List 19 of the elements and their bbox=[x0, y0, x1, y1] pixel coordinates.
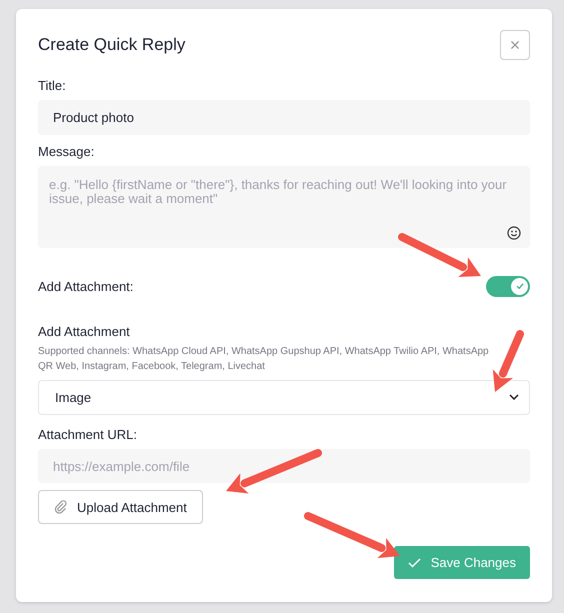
field-label: Title: bbox=[38, 78, 66, 93]
attachment-type-select[interactable]: Image bbox=[38, 380, 530, 416]
annotation-arrow bbox=[492, 330, 524, 392]
supported-channels-text: Supported channels: WhatsApp Cloud API, WhatsApp Gupshup API, WhatsApp Twilio API, WhatsApp QR Web, Instagram, Facebook, Telegram, Livechat bbox=[38, 344, 490, 374]
paperclip-icon bbox=[54, 500, 68, 514]
attachment-toggle[interactable] bbox=[486, 276, 530, 297]
check-icon bbox=[514, 281, 524, 292]
field-label: Attachment URL: bbox=[38, 427, 137, 442]
title-field[interactable]: Product photo bbox=[38, 100, 530, 135]
message-field[interactable]: e.g. "Hello {firstName or "there"}, thanks for reaching out! We'll looking into your issue, please wait a moment" bbox=[38, 166, 530, 248]
field-label: Message: bbox=[38, 144, 94, 159]
field-label: Add Attachment bbox=[38, 324, 130, 339]
dialog-title: Create Quick Reply bbox=[38, 35, 186, 55]
attachment-url-field[interactable]: https://example.com/file bbox=[38, 449, 530, 484]
upload-attachment-button[interactable]: Upload Attachment bbox=[38, 490, 203, 524]
chevron-down-icon bbox=[509, 394, 519, 400]
toggle-label: Add Attachment: bbox=[38, 278, 134, 294]
check-icon bbox=[408, 558, 421, 568]
emoji-icon[interactable] bbox=[507, 226, 521, 240]
